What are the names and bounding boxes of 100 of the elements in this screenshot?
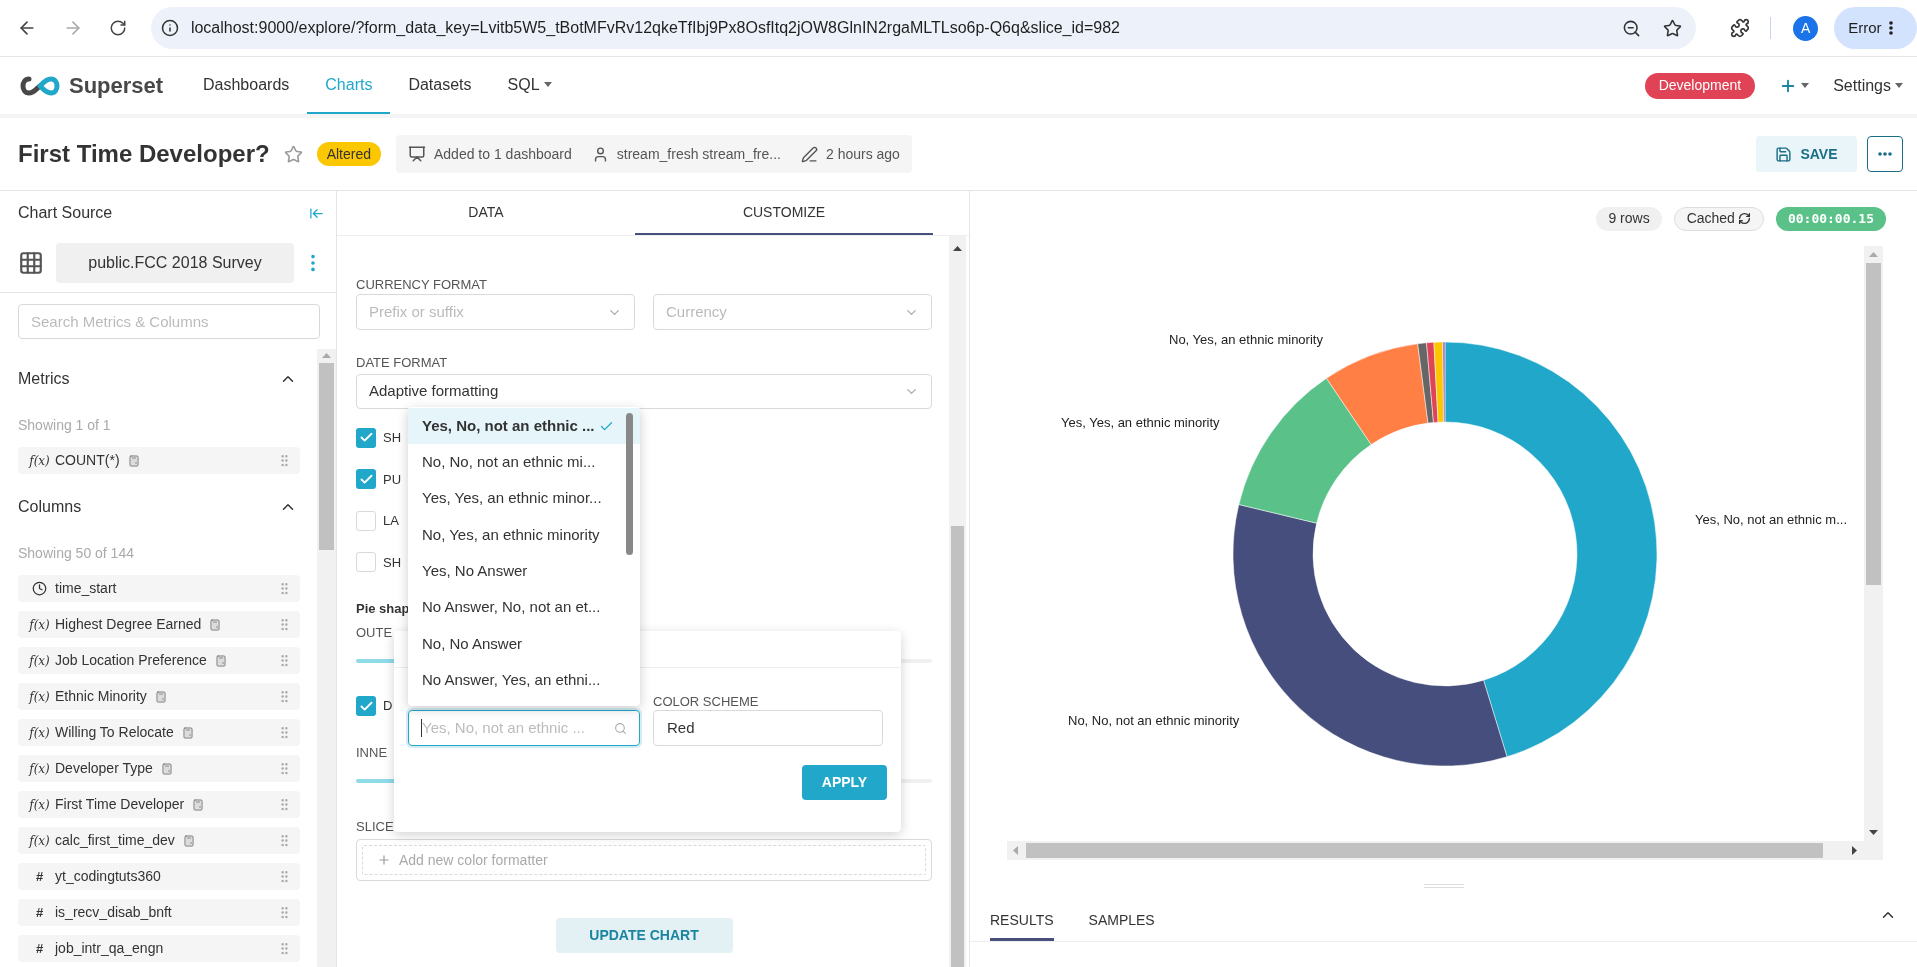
checkbox-label: LA [383, 512, 399, 530]
save-button[interactable]: SAVE [1756, 136, 1857, 172]
scroll-arrow-icon[interactable] [1852, 846, 1857, 855]
scroll-arrow-icon[interactable] [1869, 830, 1878, 835]
column-label: Highest Degree Earned [55, 615, 202, 634]
scrollbar[interactable] [317, 349, 336, 967]
reload-icon[interactable] [108, 19, 127, 37]
profile-avatar[interactable]: A [1793, 15, 1819, 41]
column-item[interactable]: # is_recv_disab_bnft [18, 899, 300, 926]
checkbox[interactable] [356, 510, 376, 531]
bookmark-star-icon[interactable] [1663, 18, 1683, 38]
field-label: SLICE [356, 818, 394, 833]
results-tab[interactable]: RESULTS [990, 902, 1054, 941]
more-icon [1878, 152, 1892, 156]
panel-tab[interactable]: DATA [337, 191, 635, 235]
hash-icon: # [35, 866, 44, 887]
dropdown-option[interactable]: No, No Answer [408, 625, 640, 663]
checkbox-label: SH [383, 429, 402, 447]
resize-handle[interactable] [1423, 884, 1464, 888]
hash-icon: # [35, 902, 44, 923]
color-scheme-field[interactable]: Red [653, 710, 883, 746]
chart-title[interactable]: First Time Developer? [18, 136, 270, 172]
field-label: INNE [356, 744, 388, 759]
scrollbar-thumb[interactable] [1026, 843, 1823, 858]
cached-badge[interactable]: Cached [1673, 206, 1764, 231]
column-item[interactable]: f(x) calc_first_time_dev [18, 827, 300, 854]
column-label: Job Location Preference [55, 651, 207, 670]
field-label: DATE FORMAT [356, 354, 449, 369]
owner-text[interactable]: stream_fresh stream_fre... [616, 143, 781, 165]
section-header[interactable]: Metrics [18, 355, 317, 403]
column-label: COUNT(*) [55, 451, 120, 470]
column-item[interactable]: f(x) Highest Degree Earned [18, 611, 300, 638]
scrollbar-thumb[interactable] [1866, 263, 1881, 585]
timer-badge: 00:00:00.15 [1775, 206, 1886, 231]
info-icon[interactable] [160, 19, 179, 37]
dropdown-option[interactable]: No, No, not an ethnic mi... [408, 444, 640, 481]
scrollbar-thumb[interactable] [319, 363, 334, 550]
dropdown-option[interactable]: Yes, No Answer [408, 553, 640, 590]
dropdown-option[interactable]: No Answer, Yes, an ethni... [408, 662, 640, 699]
checkbox-label: SH [383, 553, 402, 572]
address-bar[interactable]: localhost:9000/explore/?form_data_key=Lvitb5W5_tBotMFvRv12qkeTfIbj9Px8OsfItq2jOW8GlnIN2rgaMLTLso6p-Q6q&slice_id=982 [150, 7, 1697, 49]
calculated-icon [182, 834, 195, 847]
calculated-icon [154, 690, 167, 703]
scroll-arrow-icon[interactable] [953, 246, 962, 251]
update-chart-button[interactable]: UPDATE CHART [555, 918, 733, 953]
slice-label: No, No, not an ethnic minority [1068, 712, 1240, 730]
column-item[interactable]: time_start [18, 575, 300, 602]
environment-badge: Development [1644, 72, 1756, 99]
checkbox[interactable] [356, 696, 376, 716]
column-item[interactable]: f(x) Job Location Preference [18, 647, 300, 674]
nav-tab[interactable]: Dashboards [185, 57, 308, 114]
section-header[interactable]: Columns [18, 483, 317, 531]
modified-text: 2 hours ago [825, 144, 900, 164]
field-label: CURRENCY FORMAT [356, 276, 488, 291]
column-item[interactable]: # job_intr_qa_engn [18, 935, 300, 962]
table-icon [18, 249, 44, 276]
checkbox[interactable] [356, 427, 376, 448]
column-label: Ethnic Minority [55, 687, 147, 706]
column-label: Developer Type [55, 759, 153, 778]
dropdown-option[interactable]: No, Yes, an ethnic minority [408, 516, 640, 554]
nav-tab[interactable]: SQL [489, 57, 570, 114]
dropdown-option[interactable]: Yes, No, not an ethnic ... [408, 408, 640, 445]
item-count: Showing 1 of 1 [18, 416, 112, 435]
zoom-icon[interactable] [1622, 18, 1642, 38]
nav-tab[interactable]: Datasets [390, 57, 490, 114]
caret-icon [1801, 83, 1810, 88]
column-item[interactable]: f(x) Willing To Relocate [18, 719, 300, 746]
row-count-badge: 9 rows [1596, 206, 1662, 231]
checkbox[interactable] [356, 552, 376, 573]
dashboards-text[interactable]: Added to 1 dashboard [434, 143, 572, 165]
checkbox[interactable] [356, 469, 376, 490]
column-item[interactable]: f(x) First Time Developer [18, 791, 300, 818]
clock-icon [32, 581, 47, 596]
checkbox-label: PU [383, 470, 402, 489]
column-item[interactable]: # yt_codingtuts360 [18, 863, 300, 890]
refresh-icon [1737, 212, 1751, 225]
column-item[interactable]: f(x) COUNT(*) [18, 447, 300, 474]
panel-tab[interactable]: CUSTOMIZE [635, 191, 933, 235]
calculated-icon [192, 798, 205, 811]
calculated-icon [209, 618, 222, 631]
scrollbar[interactable] [626, 413, 633, 555]
column-item[interactable]: f(x) Developer Type [18, 755, 300, 782]
column-label: Willing To Relocate [55, 723, 174, 742]
scrollbar[interactable] [1007, 841, 1883, 860]
settings-menu[interactable]: Settings [1833, 73, 1903, 98]
dataset-selector[interactable]: public.FCC 2018 Survey [56, 242, 294, 283]
extensions-icon[interactable] [1730, 18, 1751, 38]
results-tab[interactable]: SAMPLES [1088, 902, 1155, 941]
dropdown-option[interactable]: No Answer, No, not an et... [408, 589, 640, 626]
search-field[interactable]: Search Metrics & Columns [18, 304, 320, 339]
more-button[interactable] [1867, 136, 1903, 172]
scrollbar[interactable] [949, 236, 966, 967]
scrollbar[interactable] [1864, 246, 1883, 841]
profile-error-button[interactable]: Error [1834, 7, 1917, 49]
scrollbar-thumb[interactable] [951, 526, 964, 967]
dropdown-option[interactable]: Yes, Yes, an ethnic minor... [408, 480, 640, 517]
field-label: COLOR SCHEME [653, 693, 759, 708]
column-item[interactable]: f(x) Ethnic Minority [18, 683, 300, 710]
column-label: yt_codingtuts360 [55, 867, 161, 886]
favorite-star-icon[interactable] [283, 144, 303, 164]
